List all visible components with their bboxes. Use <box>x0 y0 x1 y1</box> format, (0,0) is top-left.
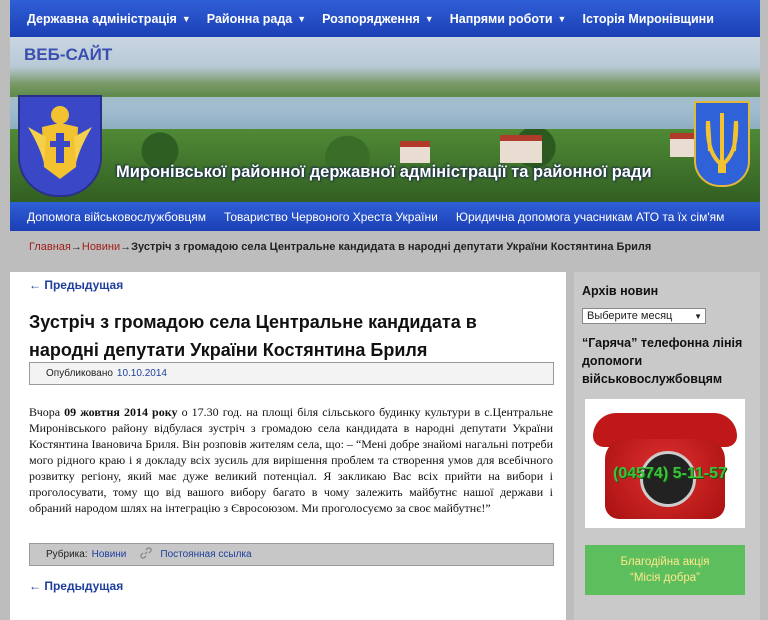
caret-down-icon: ▼ <box>424 13 434 24</box>
published-date-link[interactable]: 10.10.2014 <box>117 368 167 379</box>
hotline-phone-number: (04574) 5-11-57 <box>613 465 727 482</box>
nav-item-district-council[interactable]: Районна рада ▼ <box>199 0 314 37</box>
month-select[interactable]: Выберите месяц ▼ <box>582 308 706 324</box>
charity-line-1: Благодійна акція <box>620 556 710 568</box>
banner-title: Миронівської районної державної адмініст… <box>116 163 652 181</box>
category-label: Рубрика: <box>46 549 88 560</box>
breadcrumb-separator: → <box>70 241 82 253</box>
post-body-text: о 17.30 год. на площі біля сільського бу… <box>29 405 553 515</box>
breadcrumb-home-link[interactable]: Главная <box>29 241 71 253</box>
subnav-item-legal-help[interactable]: Юридична допомога учасникам АТО та їх сі… <box>447 210 734 224</box>
prev-post-link-top[interactable]: ← Предыдущая <box>29 278 123 292</box>
banner-house <box>670 133 696 157</box>
main-content: ← Предыдущая Зустріч з громадою села Цен… <box>10 272 566 620</box>
nav-item-history[interactable]: Історія Миронівщини <box>574 0 721 37</box>
header-banner: ВЕБ-САЙТ Миронівської районної державної… <box>10 37 760 202</box>
sidebar: Архів новин Выберите месяц ▼ “Гаряча” те… <box>574 272 760 620</box>
permalink-link[interactable]: Постоянная ссылка <box>160 549 251 560</box>
breadcrumb-current: Зустріч з громадою села Центральне канди… <box>131 241 652 253</box>
breadcrumb: Главная→Новини→Зустріч з громадою села Ц… <box>29 241 651 253</box>
nav-item-label: Державна адміністрація <box>27 11 177 26</box>
archive-heading: Архів новин <box>582 284 659 298</box>
charity-banner[interactable]: Благодійна акція “Місія добра” <box>585 545 745 595</box>
caret-down-icon: ▼ <box>181 13 191 24</box>
nav-item-label: Районна рада <box>206 11 293 26</box>
nav-item-label: Розпорядження <box>322 11 420 26</box>
post-body: Вчора 09 жовтня 2014 року о 17.30 год. н… <box>29 404 553 516</box>
nav-item-orders[interactable]: Розпорядження ▼ <box>314 0 442 37</box>
hotline-heading: “Гаряча” телефонна лінія допомоги військ… <box>582 336 743 386</box>
subnav-item-red-cross[interactable]: Товариство Червоного Хреста України <box>215 210 447 224</box>
post-body-date: 09 жовтня 2014 року <box>64 405 178 419</box>
prev-post-link-bottom[interactable]: ← Предыдущая <box>29 579 123 593</box>
nav-item-label: Напрями роботи <box>449 11 553 26</box>
link-icon <box>140 547 153 562</box>
secondary-nav: Допомога військовослужбовцям Товариство … <box>10 202 760 231</box>
coat-of-arms-icon <box>694 101 750 187</box>
district-crest-icon <box>18 95 102 197</box>
banner-house <box>400 141 430 163</box>
banner-house <box>500 135 542 163</box>
post-footer-bar: Рубрика: Новини Постоянная ссылка <box>29 543 554 566</box>
month-select-value: Выберите месяц <box>587 310 673 322</box>
subnav-item-military-help[interactable]: Допомога військовослужбовцям <box>10 210 215 224</box>
hotline-phone-image[interactable]: (04574) 5-11-57 <box>585 399 745 528</box>
top-nav: Державна адміністрація ▼ Районна рада ▼ … <box>10 0 760 37</box>
category-link[interactable]: Новини <box>92 549 127 560</box>
nav-item-label: Історія Миронівщини <box>582 11 714 26</box>
nav-item-work-directions[interactable]: Напрями роботи ▼ <box>442 0 575 37</box>
breadcrumb-separator: → <box>120 241 132 253</box>
nav-item-state-administration[interactable]: Державна адміністрація ▼ <box>10 0 199 37</box>
caret-down-icon: ▼ <box>557 13 567 24</box>
post-meta-bar: Опубликовано 10.10.2014 <box>29 362 554 385</box>
published-label: Опубликовано <box>46 368 113 379</box>
caret-down-icon: ▼ <box>297 13 307 24</box>
charity-line-2: “Місія добра” <box>629 572 700 584</box>
chevron-down-icon: ▼ <box>694 312 702 321</box>
site-tag: ВЕБ-САЙТ <box>24 45 113 64</box>
post-title: Зустріч з громадою села Центральне канди… <box>29 312 477 360</box>
breadcrumb-section-link[interactable]: Новини <box>82 241 120 253</box>
banner-river <box>10 97 760 133</box>
post-body-prefix: Вчора <box>29 405 65 419</box>
